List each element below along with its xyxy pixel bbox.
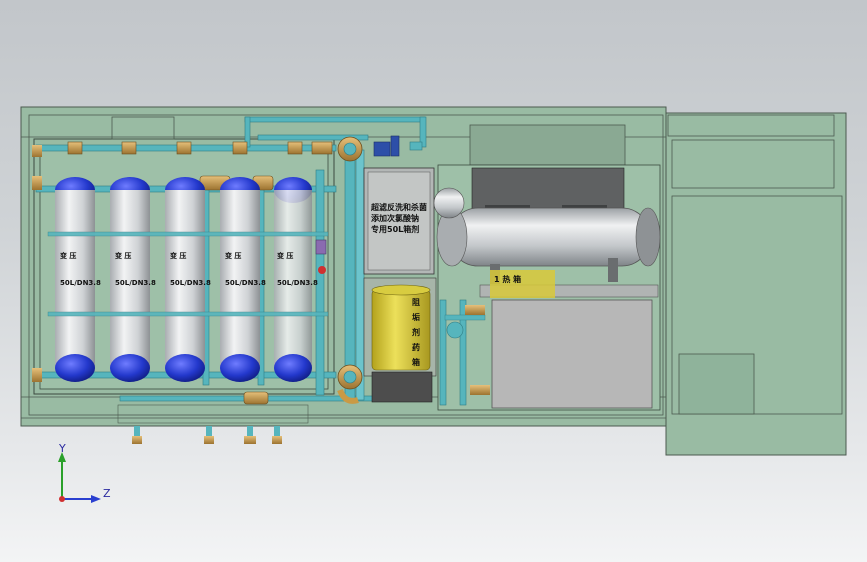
vessel-spec-label: 50L/DN3.8 [277, 279, 318, 287]
vessel-spec-label: 50L/DN3.8 [170, 279, 211, 287]
vessel-type-label: 变 压 [115, 251, 131, 260]
vessel-spec-label: 50L/DN3.8 [60, 279, 101, 287]
dosing-tank: 阻 垢 剂 药 箱 [363, 277, 437, 403]
dosing-tank-char: 药 [412, 342, 420, 352]
control-box-line-1: 超滤反洗和杀菌 [370, 202, 427, 212]
axis-z-label: Z [103, 487, 111, 500]
equipment-assembly-drawing: 变 压 50L/DN3.8 变 压 50L/DN3.8 变 压 50L/DN3.… [20, 106, 847, 503]
axis-y-label: Y [58, 442, 66, 455]
vessel-type-label: 变 压 [277, 251, 293, 260]
control-box-line-3: 专用50L箱剂 [371, 224, 419, 234]
membrane-vessel: 变 压 50L/DN3.8 [274, 177, 318, 382]
chemical-control-box: 超滤反洗和杀菌 添加次氯酸钠 专用50L箱剂 [363, 167, 435, 275]
vessel-type-label: 变 压 [170, 251, 186, 260]
vessel-type-label: 变 压 [225, 251, 241, 260]
membrane-vessels: 变 压 50L/DN3.8 变 压 50L/DN3.8 变 压 50L/DN3.… [55, 177, 318, 382]
membrane-vessel: 变 压 50L/DN3.8 [110, 177, 156, 382]
membrane-vessel: 变 压 50L/DN3.8 [165, 177, 211, 382]
dosing-tank-char: 箱 [412, 357, 420, 367]
dosing-tank-char: 阻 [412, 298, 420, 307]
vessel-spec-label: 50L/DN3.8 [225, 279, 266, 287]
vessel-type-label: 变 压 [60, 251, 76, 260]
axis-triad: Y Z [58, 442, 111, 503]
control-box-line-2: 添加次氯酸钠 [371, 213, 419, 223]
membrane-vessel: 变 压 50L/DN3.8 [220, 177, 266, 382]
vessel-spec-label: 50L/DN3.8 [115, 279, 156, 287]
dosing-tank-char: 垢 [412, 312, 420, 322]
dosing-tank-char: 剂 [411, 327, 420, 337]
tank-tag: 1 热 箱 [494, 274, 521, 284]
side-cabinet [665, 112, 847, 456]
membrane-vessel: 变 压 50L/DN3.8 [55, 177, 101, 382]
